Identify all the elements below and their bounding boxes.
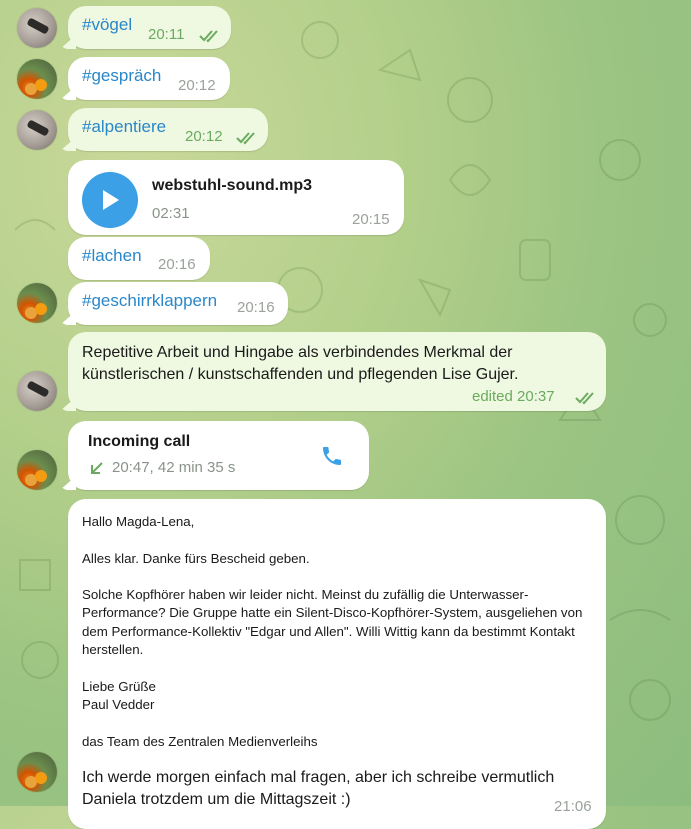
double-check-icon [236, 132, 255, 145]
avatar[interactable] [17, 752, 57, 792]
play-button[interactable] [82, 172, 138, 228]
hashtag-link[interactable]: #vögel [82, 15, 132, 35]
message-text: Ich werde morgen einfach mal fragen, abe… [82, 769, 555, 808]
email-paragraph: Solche Kopfhörer haben wir leider nicht.… [82, 587, 587, 658]
phone-icon[interactable] [320, 444, 344, 468]
hashtag-link[interactable]: #lachen [82, 246, 142, 266]
hashtag-link[interactable]: #gespräch [82, 66, 161, 86]
avatar[interactable] [17, 8, 57, 48]
hashtag-link[interactable]: #geschirrklappern [82, 291, 217, 311]
message-time: 20:12 [185, 128, 223, 145]
hashtag-link[interactable]: #alpentiere [82, 117, 166, 137]
email-closing: Liebe Grüße [82, 678, 156, 694]
message-time: 20:16 [158, 256, 196, 273]
message-bubble[interactable]: #geschirrklappern 20:16 [68, 282, 288, 325]
email-message[interactable]: Hallo Magda-Lena, Alles klar. Danke fürs… [68, 499, 606, 829]
call-message[interactable]: Incoming call 20:47, 42 min 35 s [68, 421, 369, 490]
email-signature: Paul Vedder [82, 696, 155, 712]
avatar[interactable] [17, 59, 57, 99]
audio-message[interactable]: webstuhl-sound.mp3 02:31 20:15 [68, 160, 404, 235]
call-title: Incoming call [88, 433, 191, 450]
message-bubble[interactable]: Repetitive Arbeit und Hingabe als verbin… [68, 332, 606, 411]
avatar[interactable] [17, 371, 57, 411]
email-line: Alles klar. Danke fürs Bescheid geben. [82, 550, 310, 566]
incoming-arrow-icon [91, 462, 103, 474]
call-detail: 20:47, 42 min 35 s [112, 459, 236, 476]
message-time: 21:06 [554, 798, 592, 815]
message-bubble[interactable]: #alpentiere 20:12 [68, 108, 268, 151]
message-text: Repetitive Arbeit und Hingabe als verbin… [82, 344, 519, 383]
avatar[interactable] [17, 450, 57, 490]
email-body: Hallo Magda-Lena, Alles klar. Danke fürs… [82, 513, 597, 751]
message-bubble[interactable]: #lachen 20:16 [68, 237, 210, 280]
avatar[interactable] [17, 110, 57, 150]
message-bubble[interactable]: #vögel 20:11 [68, 6, 231, 49]
message-time: edited 20:37 [472, 388, 555, 405]
avatar[interactable] [17, 283, 57, 323]
email-team: das Team des Zentralen Medienverleihs [82, 733, 318, 749]
play-icon [103, 190, 119, 210]
audio-duration: 02:31 [152, 205, 190, 222]
message-time: 20:12 [178, 77, 216, 94]
message-time: 20:11 [148, 26, 185, 43]
message-time: 20:16 [237, 299, 275, 316]
email-greeting: Hallo Magda-Lena, [82, 514, 195, 529]
double-check-icon [575, 392, 594, 405]
message-bubble[interactable]: #gespräch 20:12 [68, 57, 230, 100]
message-time: 20:15 [352, 211, 390, 228]
audio-file-name: webstuhl-sound.mp3 [152, 177, 312, 194]
double-check-icon [199, 30, 218, 43]
